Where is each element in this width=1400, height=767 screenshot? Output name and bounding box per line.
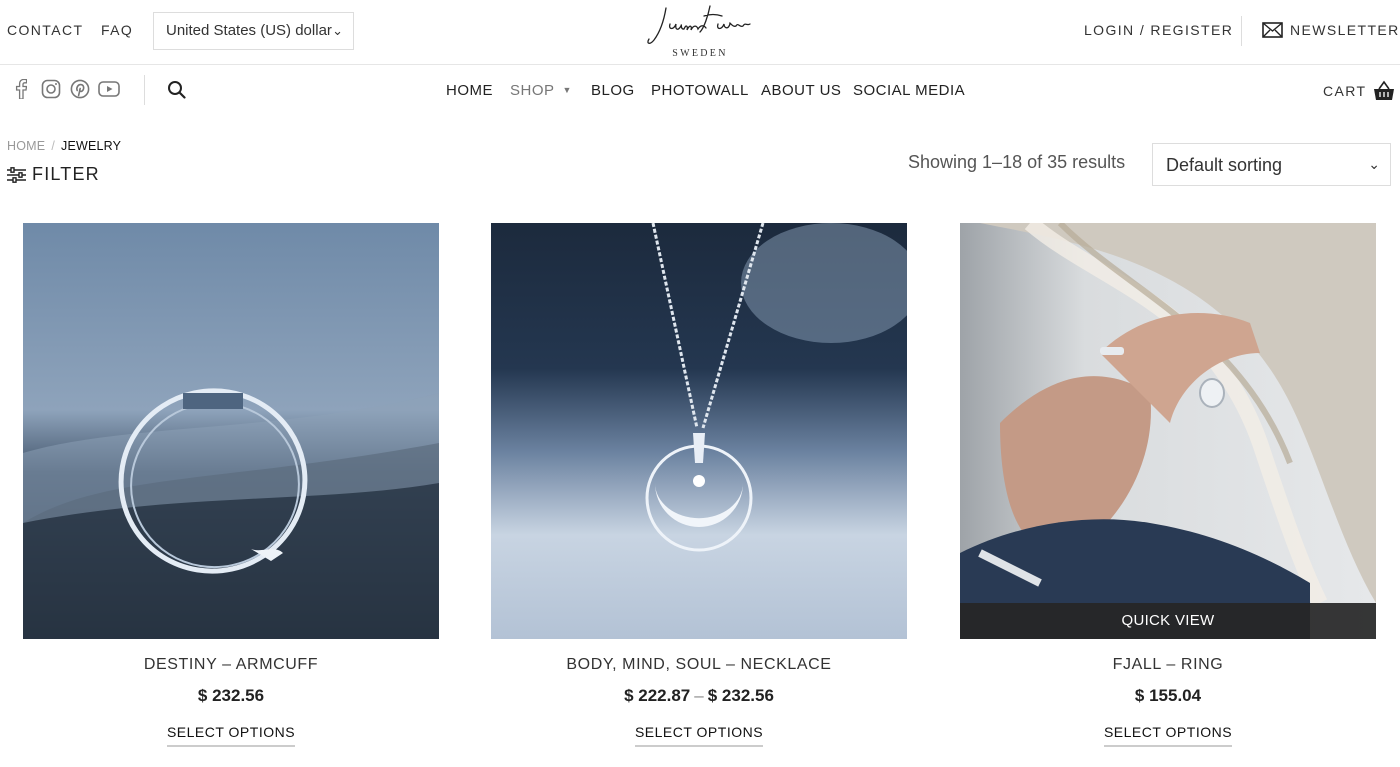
youtube-icon[interactable]: [98, 78, 120, 100]
product-image-ring[interactable]: QUICK VIEW: [960, 223, 1376, 639]
sliders-icon: [7, 166, 26, 183]
filter-button[interactable]: FILTER: [7, 164, 100, 185]
price-high: $ 232.56: [707, 686, 774, 705]
nav-about-us[interactable]: ABOUT US: [761, 82, 841, 99]
product-name[interactable]: BODY, MIND, SOUL – NECKLACE: [491, 656, 907, 674]
breadcrumb-home[interactable]: HOME: [7, 139, 45, 153]
chevron-down-icon: ⌄: [332, 23, 343, 38]
chevron-down-icon: ⌄: [1368, 156, 1380, 172]
product-image-armcuff[interactable]: [23, 223, 439, 639]
breadcrumb-separator: /: [51, 139, 55, 153]
currency-select[interactable]: United States (US) dollar ⌄: [153, 12, 354, 50]
nav-home[interactable]: HOME: [446, 82, 493, 99]
newsletter-link[interactable]: NEWSLETTER: [1262, 22, 1400, 38]
nav-social-media[interactable]: SOCIAL MEDIA: [853, 82, 965, 99]
nav-shop-label: SHOP: [510, 82, 555, 99]
logo-subtitle: SWEDEN: [672, 48, 728, 59]
sorting-value: Default sorting: [1166, 155, 1283, 175]
top-bar: CONTACT FAQ United States (US) dollar ⌄ …: [0, 0, 1400, 65]
nav-photowall[interactable]: PHOTOWALL: [651, 82, 749, 99]
envelope-icon: [1262, 22, 1283, 38]
product-name[interactable]: DESTINY – ARMCUFF: [23, 656, 439, 674]
product-card: QUICK VIEW FJALL – RING $ 155.04 SELECT …: [960, 223, 1376, 747]
price-range-dash: –: [694, 686, 704, 705]
product-price: $ 155.04: [1134, 686, 1202, 705]
product-price: $ 232.56: [197, 686, 265, 705]
newsletter-label: NEWSLETTER: [1290, 22, 1400, 38]
divider: [144, 75, 145, 105]
sorting-select[interactable]: Default sorting ⌄: [1152, 143, 1391, 186]
cart-label: CART: [1323, 82, 1367, 99]
product-card: DESTINY – ARMCUFF $ 232.56 SELECT OPTION…: [23, 223, 439, 747]
breadcrumb-current: JEWELRY: [61, 139, 122, 153]
pinterest-icon[interactable]: [69, 78, 91, 100]
product-name[interactable]: FJALL – RING: [960, 656, 1376, 674]
price-low: $ 222.87: [624, 686, 691, 705]
brand-logo[interactable]: SWEDEN: [640, 2, 760, 62]
basket-icon: [1374, 80, 1395, 100]
filter-label: FILTER: [32, 164, 100, 184]
instagram-icon[interactable]: [40, 78, 62, 100]
cart-link[interactable]: CART: [1323, 80, 1395, 101]
currency-value: United States (US) dollar: [166, 22, 332, 39]
select-options-button[interactable]: SELECT OPTIONS: [166, 724, 296, 747]
signature-logo-icon: [647, 5, 751, 44]
product-price-range: $ 222.87– $ 232.56: [491, 686, 907, 706]
product-card: BODY, MIND, SOUL – NECKLACE $ 222.87– $ 2…: [491, 223, 907, 747]
select-options-button[interactable]: SELECT OPTIONS: [634, 724, 764, 747]
quick-view-button[interactable]: QUICK VIEW: [960, 603, 1376, 639]
divider: [1241, 16, 1242, 46]
nav-shop[interactable]: SHOP ▼: [510, 82, 572, 99]
product-image-necklace[interactable]: [491, 223, 907, 639]
caret-down-icon: ▼: [562, 85, 572, 95]
search-icon[interactable]: [165, 78, 187, 100]
faq-link[interactable]: FAQ: [101, 22, 133, 38]
nav-blog[interactable]: BLOG: [591, 82, 635, 99]
select-options-button[interactable]: SELECT OPTIONS: [1103, 724, 1233, 747]
login-register-link[interactable]: LOGIN / REGISTER: [1084, 22, 1233, 38]
facebook-icon[interactable]: [10, 78, 32, 100]
contact-link[interactable]: CONTACT: [7, 22, 83, 38]
breadcrumb: HOME / JEWELRY: [7, 139, 121, 153]
result-count: Showing 1–18 of 35 results: [908, 152, 1126, 172]
